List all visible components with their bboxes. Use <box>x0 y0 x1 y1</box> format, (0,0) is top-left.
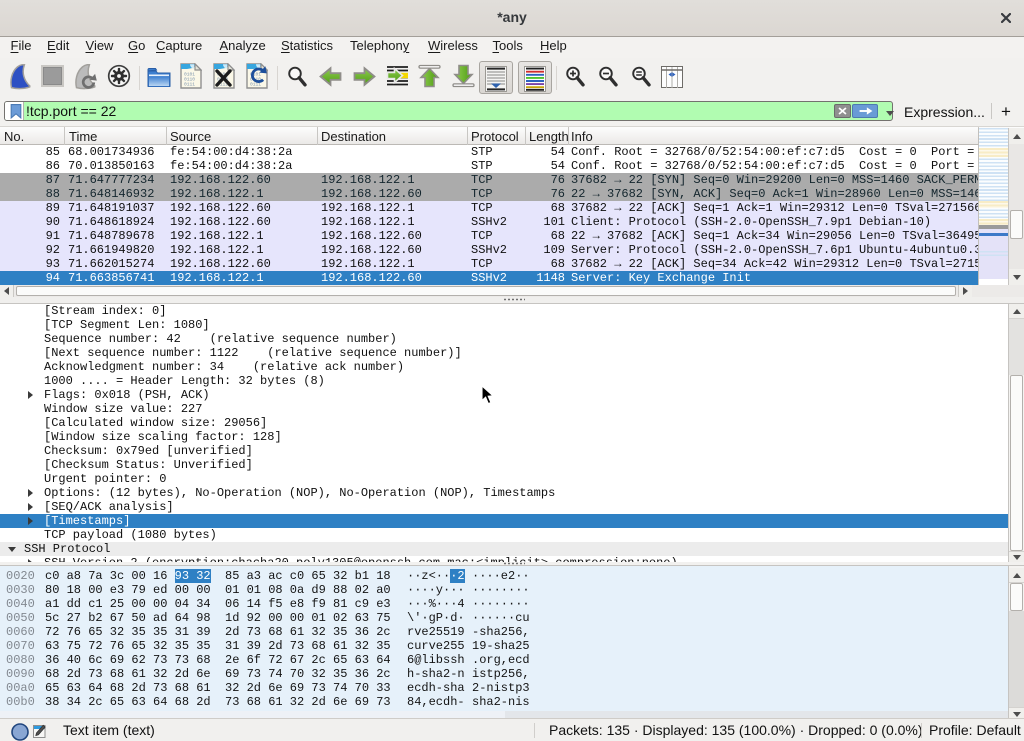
svg-text:0111: 0111 <box>184 82 195 88</box>
